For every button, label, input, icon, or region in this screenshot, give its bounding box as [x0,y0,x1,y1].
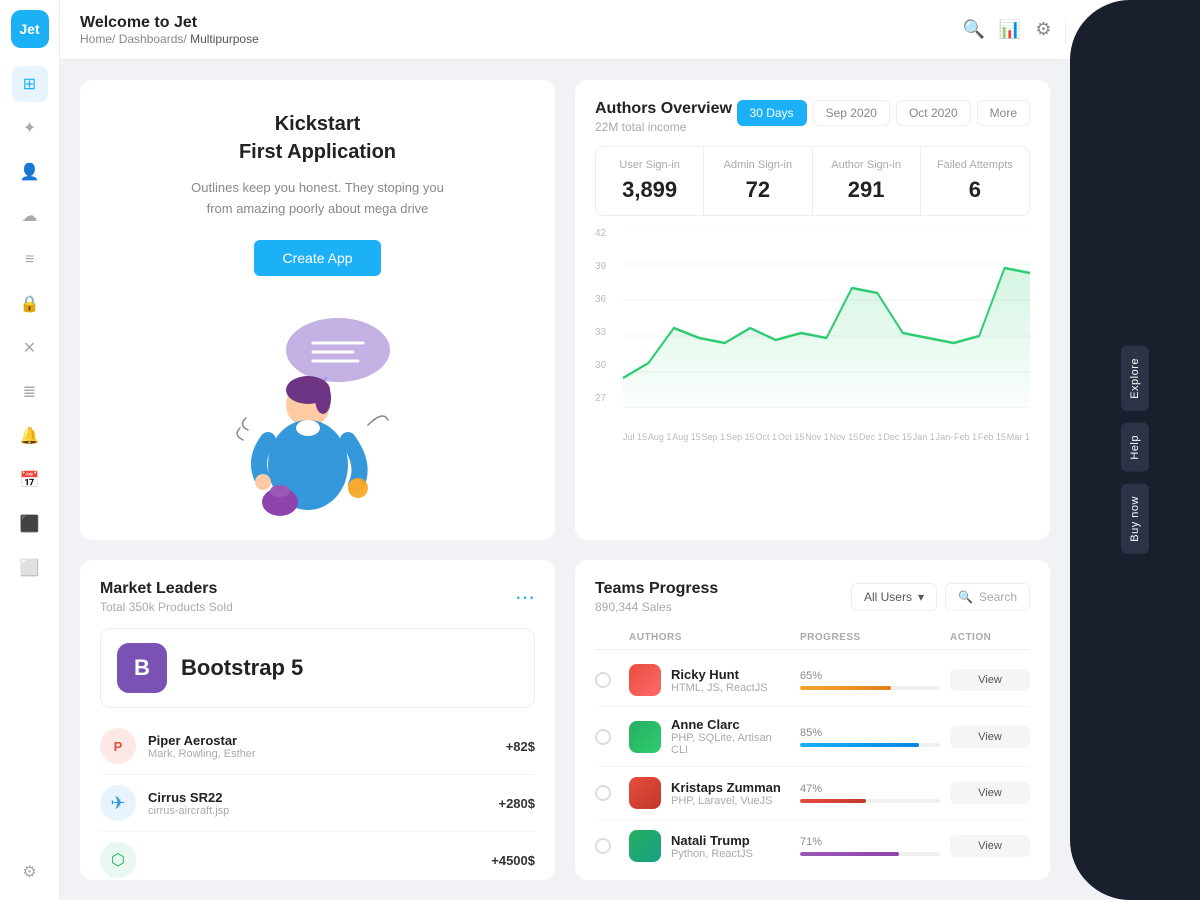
bootstrap-logo: B [117,643,167,693]
kickstart-title: Kickstart First Application [239,110,396,166]
stat-author-signin: Author Sign-in 291 [813,147,921,215]
team-checkbox[interactable] [595,729,611,745]
create-app-button[interactable]: Create App [254,240,380,276]
market-item-3: ⬡ +4500$ [100,832,535,880]
authors-title: Authors Overview [595,100,732,118]
teams-table-header: AUTHORS PROGRESS ACTION [595,626,1030,650]
teams-header: Teams Progress 890,344 Sales All Users ▾… [595,580,1030,614]
bootstrap-text: Bootstrap 5 [181,655,303,681]
tab-sep2020[interactable]: Sep 2020 [813,100,890,126]
right-panel: Explore Help Buy now [1070,0,1200,900]
sidebar-item-lock[interactable]: 🔒 [12,286,48,322]
sidebar-item-dashboard[interactable]: ⊞ [12,66,48,102]
market-icon-cirrus: ✈ [100,785,136,821]
market-leaders-card: Market Leaders Total 350k Products Sold … [80,560,555,880]
avatar-natali [629,830,661,862]
team-row-ricky: Ricky Hunt HTML, JS, ReactJS 65% View [595,654,1030,707]
kickstart-description: Outlines keep you honest. They stoping y… [178,178,458,220]
teams-search-box[interactable]: 🔍 Search [945,583,1030,611]
stats-row: User Sign-in 3,899 Admin Sign-in 72 Auth… [595,146,1030,216]
sidebar-item-analytics[interactable]: ✦ [12,110,48,146]
page-title: Welcome to Jet [80,14,953,32]
chevron-down-icon: ▾ [918,590,924,604]
breadcrumb: Home/ Dashboards/ Multipurpose [80,32,953,46]
team-row-natali: Natali Trump Python, ReactJS 71% View [595,820,1030,872]
tab-oct2020[interactable]: Oct 2020 [896,100,971,126]
avatar-kristaps [629,777,661,809]
sidebar-item-cloud[interactable]: ☁ [12,198,48,234]
sidebar-logo[interactable]: Jet [11,10,49,48]
chart-y-labels: 42 39 36 33 30 27 [595,228,619,404]
stat-admin-signin: Admin Sign-in 72 [704,147,812,215]
help-button[interactable]: Help [1121,423,1149,472]
main-wrapper: Welcome to Jet Home/ Dashboards/ Multipu… [60,0,1200,900]
header-divider [1065,18,1066,42]
sidebar-item-list[interactable]: ≡ [12,242,48,278]
market-item-cirrus: ✈ Cirrus SR22 cirrus-aircraft.jsp +280$ [100,775,535,832]
market-more-icon[interactable]: ⋯ [515,585,535,610]
team-row-anne: Anne Clarc PHP, SQLite, Artisan CLI 85% … [595,707,1030,767]
team-checkbox[interactable] [595,785,611,801]
sidebar-item-close[interactable]: ✕ [12,330,48,366]
tab-more[interactable]: More [977,100,1030,126]
authors-tabs: 30 Days Sep 2020 Oct 2020 More [737,100,1030,126]
progress-ricky: 65% [800,670,940,690]
stat-failed-attempts: Failed Attempts 6 [921,147,1029,215]
search-icon: 🔍 [958,590,973,604]
view-button-kristaps[interactable]: View [950,782,1030,804]
sidebar: Jet ⊞ ✦ 👤 ☁ ≡ 🔒 ✕ ≣ 🔔 📅 ⬛ ⬜ ⚙ [0,0,60,900]
header-title: Welcome to Jet Home/ Dashboards/ Multipu… [80,14,953,46]
chart-canvas [623,228,1030,428]
authors-card-header: Authors Overview 22M total income 30 Day… [595,100,1030,134]
avatar-anne [629,721,661,753]
teams-filter: All Users ▾ 🔍 Search [851,583,1030,611]
team-row-kristaps: Kristaps Zumman PHP, Laravel, VueJS 47% … [595,767,1030,820]
market-icon-piper: P [100,728,136,764]
sidebar-item-table[interactable]: ⬜ [12,550,48,586]
kickstart-illustration [218,296,418,520]
chart-x-labels: Jul 15 Aug 1 Aug 15 Sep 1 Sep 15 Oct 1 O… [595,432,1030,442]
teams-progress-card: Teams Progress 890,344 Sales All Users ▾… [575,560,1050,880]
sidebar-item-settings[interactable]: ⚙ [12,854,48,890]
tab-30days[interactable]: 30 Days [737,100,807,126]
authors-overview-card: Authors Overview 22M total income 30 Day… [575,80,1050,540]
market-subtitle: Total 350k Products Sold [100,600,233,614]
buy-now-button[interactable]: Buy now [1121,484,1149,554]
market-item: P Piper Aerostar Mark, Rowling, Esther +… [100,718,535,775]
view-button-natali[interactable]: View [950,835,1030,857]
kickstart-card: Kickstart First Application Outlines kee… [80,80,555,540]
sidebar-item-layout[interactable]: ⬛ [12,506,48,542]
avatar-ricky [629,664,661,696]
content: Kickstart First Application Outlines kee… [60,60,1070,900]
view-button-anne[interactable]: View [950,726,1030,748]
search-icon[interactable]: 🔍 [963,19,985,40]
sidebar-item-menu[interactable]: ≣ [12,374,48,410]
team-checkbox[interactable] [595,838,611,854]
progress-kristaps: 47% [800,783,940,803]
sidebar-item-users[interactable]: 👤 [12,154,48,190]
explore-button[interactable]: Explore [1121,346,1149,411]
market-icon-3: ⬡ [100,842,136,878]
sidebar-item-calendar[interactable]: 📅 [12,462,48,498]
team-checkbox[interactable] [595,672,611,688]
chart-icon[interactable]: 📊 [999,19,1021,40]
teams-title: Teams Progress [595,580,718,598]
view-button-ricky[interactable]: View [950,669,1030,691]
market-title: Market Leaders [100,580,233,598]
header: Welcome to Jet Home/ Dashboards/ Multipu… [60,0,1200,60]
sidebar-item-bell[interactable]: 🔔 [12,418,48,454]
settings-icon[interactable]: ⚙ [1035,19,1051,40]
stat-user-signin: User Sign-in 3,899 [596,147,704,215]
teams-subtitle: 890,344 Sales [595,600,718,614]
authors-subtitle: 22M total income [595,120,732,134]
all-users-filter[interactable]: All Users ▾ [851,583,937,611]
progress-anne: 85% [800,727,940,747]
progress-natali: 71% [800,836,940,856]
chart-area: 42 39 36 33 30 27 [595,228,1030,428]
